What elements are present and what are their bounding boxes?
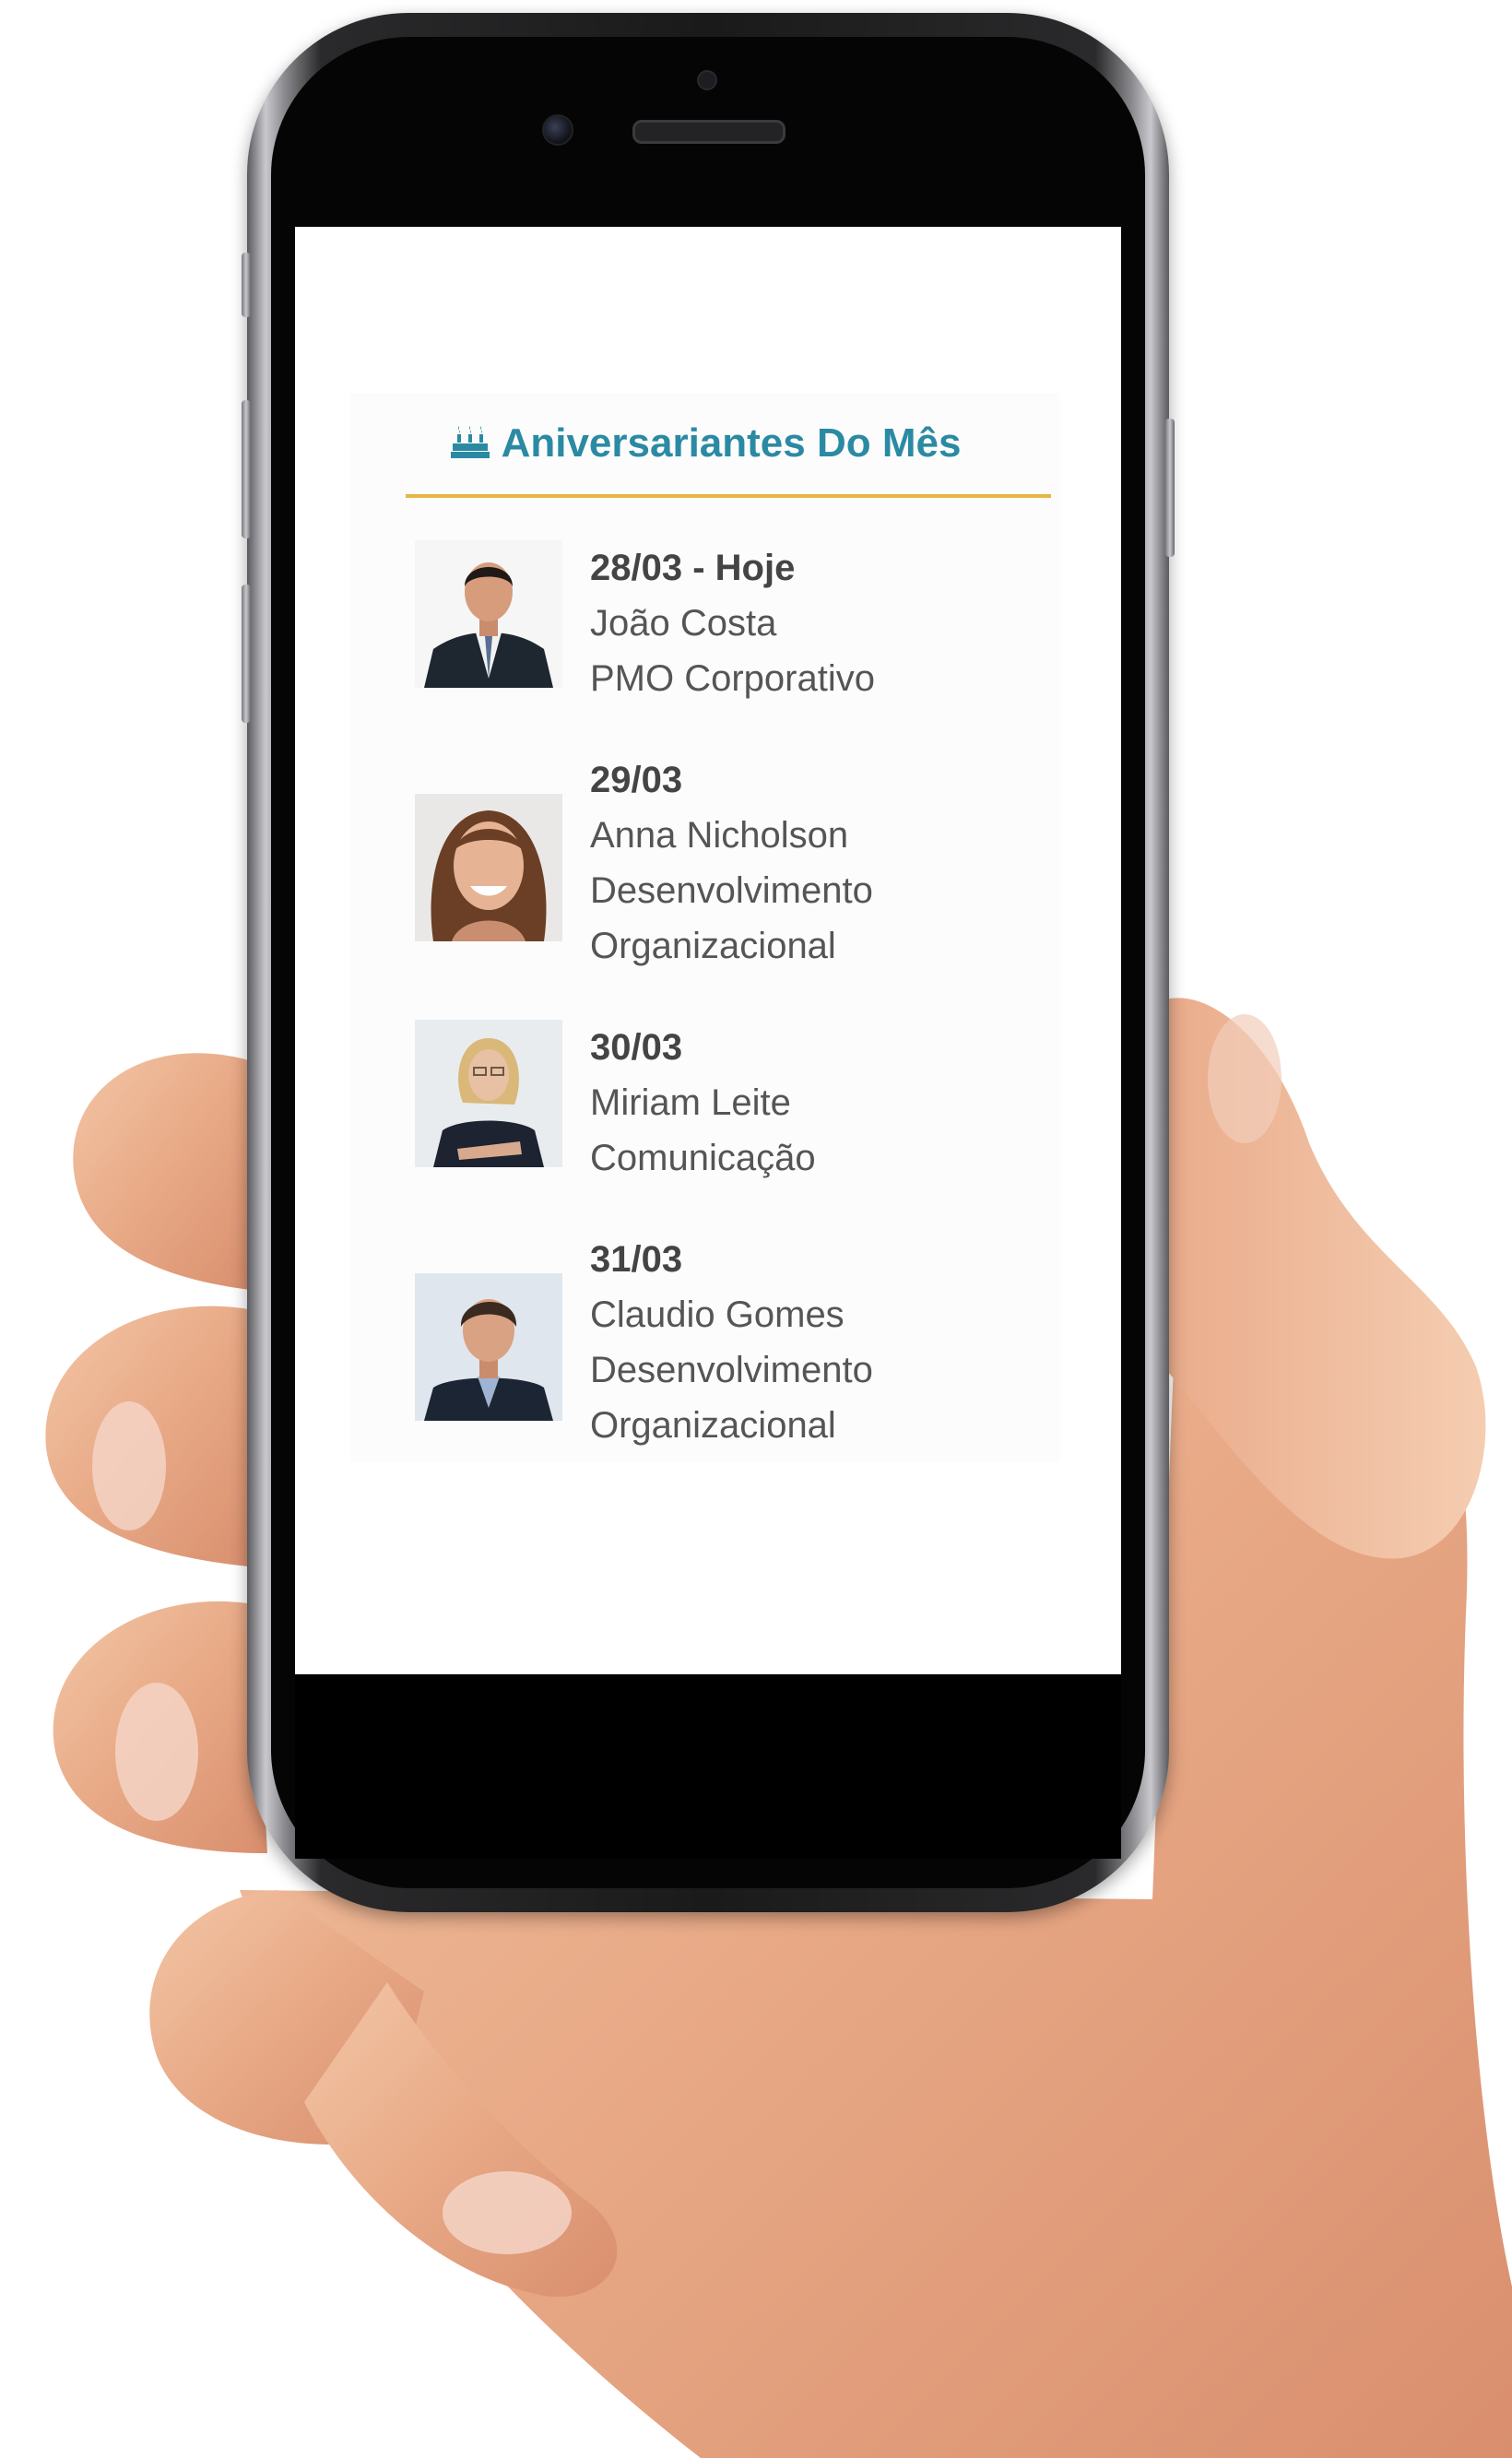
power-button [1165, 419, 1175, 557]
birthdays-widget: Aniversariantes Do Mês 28/03 - Hoje João… [350, 393, 1060, 1462]
person-name: Anna Nicholson [590, 815, 849, 856]
phone-chin [295, 1674, 1121, 1859]
volume-up-button [242, 400, 251, 538]
avatar [415, 1273, 562, 1421]
birthday-cake-icon [450, 423, 490, 470]
phone-device: Aniversariantes Do Mês 28/03 - Hoje João… [242, 13, 1175, 1912]
avatar [415, 540, 562, 688]
mute-switch [242, 253, 251, 317]
earpiece-speaker [632, 120, 786, 144]
volume-down-button [242, 585, 251, 723]
sensor-dot [697, 70, 717, 90]
person-department-line2: Organizacional [590, 1405, 836, 1446]
person-name: João Costa [590, 603, 777, 644]
phone-screen: Aniversariantes Do Mês 28/03 - Hoje João… [295, 227, 1121, 1674]
birthday-date: 30/03 [590, 1027, 683, 1068]
widget-title: Aniversariantes Do Mês [350, 420, 1060, 470]
person-department: PMO Corporativo [590, 658, 875, 699]
title-divider [406, 494, 1051, 498]
person-department: Comunicação [590, 1138, 816, 1178]
person-name: Claudio Gomes [590, 1294, 845, 1335]
avatar [415, 1020, 562, 1167]
person-department: Desenvolvimento [590, 1350, 873, 1390]
person-name: Miriam Leite [590, 1082, 791, 1123]
birthday-date: 31/03 [590, 1239, 683, 1280]
person-department-line2: Organizacional [590, 926, 836, 966]
person-department: Desenvolvimento [590, 870, 873, 911]
birthday-date: 28/03 - Hoje [590, 548, 796, 588]
front-camera [542, 114, 573, 146]
birthday-date: 29/03 [590, 760, 683, 800]
widget-title-text: Aniversariantes Do Mês [501, 420, 962, 466]
avatar [415, 794, 562, 941]
